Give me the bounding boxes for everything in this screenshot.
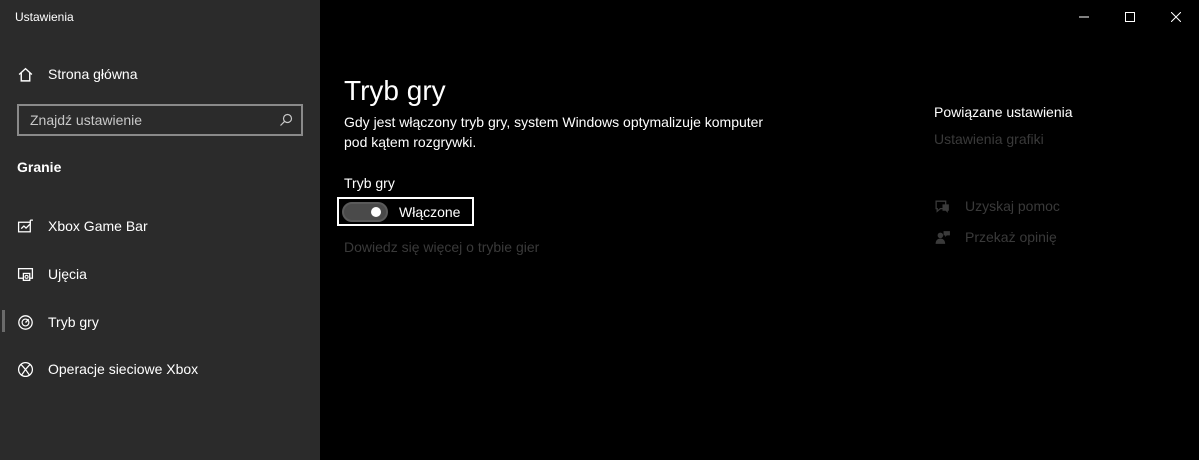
- sidebar-item-label: Ujęcia: [48, 266, 87, 282]
- captures-icon: [17, 266, 34, 283]
- section-title: Granie: [17, 159, 62, 175]
- sidebar-item-label: Operacje sieciowe Xbox: [48, 361, 199, 377]
- related-settings-title: Powiązane ustawienia: [934, 104, 1073, 120]
- close-button[interactable]: [1153, 0, 1199, 34]
- help-icon: [934, 198, 951, 215]
- search-box[interactable]: [17, 104, 303, 136]
- sidebar-item-captures[interactable]: Ujęcia: [17, 264, 87, 284]
- home-icon: [17, 66, 34, 83]
- maximize-icon: [1125, 12, 1135, 22]
- xbox-game-bar-icon: [17, 218, 34, 235]
- sidebar-item-xbox-game-bar[interactable]: Xbox Game Bar: [17, 216, 148, 236]
- toggle-state-text: Włączone: [399, 204, 461, 220]
- toggle-label: Tryb gry: [344, 175, 395, 191]
- feedback-icon: [934, 229, 951, 246]
- maximize-button[interactable]: [1107, 0, 1153, 34]
- toggle-knob: [371, 207, 381, 217]
- xbox-icon: [17, 361, 34, 378]
- feedback-label: Przekaż opinię: [965, 229, 1057, 245]
- minimize-button[interactable]: [1061, 0, 1107, 34]
- sidebar-item-label: Tryb gry: [48, 314, 99, 330]
- app-title: Ustawienia: [15, 10, 74, 24]
- get-help-label: Uzyskaj pomoc: [965, 198, 1060, 214]
- page-description: Gdy jest włączony tryb gry, system Windo…: [344, 114, 764, 150]
- window-controls: [1061, 0, 1199, 34]
- get-help-link[interactable]: Uzyskaj pomoc: [934, 196, 1060, 216]
- search-icon[interactable]: [278, 112, 294, 128]
- home-nav-item[interactable]: Strona główna: [17, 64, 138, 84]
- selected-indicator: [2, 310, 5, 332]
- search-input[interactable]: [19, 106, 280, 134]
- minimize-icon: [1079, 16, 1089, 18]
- main-content: [320, 0, 1199, 460]
- feedback-link[interactable]: Przekaż opinię: [934, 227, 1057, 247]
- close-icon: [1171, 12, 1181, 22]
- toggle-track[interactable]: [342, 202, 388, 222]
- game-mode-icon: [17, 314, 34, 331]
- sidebar: Ustawienia Strona główna Granie Xbox Gam…: [0, 0, 320, 460]
- learn-more-link[interactable]: Dowiedz się więcej o trybie gier: [344, 239, 539, 255]
- sidebar-item-game-mode[interactable]: Tryb gry: [17, 312, 99, 332]
- sidebar-item-xbox-networking[interactable]: Operacje sieciowe Xbox: [17, 359, 198, 379]
- sidebar-item-label: Xbox Game Bar: [48, 218, 148, 234]
- page-title: Tryb gry: [344, 74, 446, 106]
- home-label: Strona główna: [48, 66, 138, 82]
- graphics-settings-link[interactable]: Ustawienia grafiki: [934, 131, 1044, 147]
